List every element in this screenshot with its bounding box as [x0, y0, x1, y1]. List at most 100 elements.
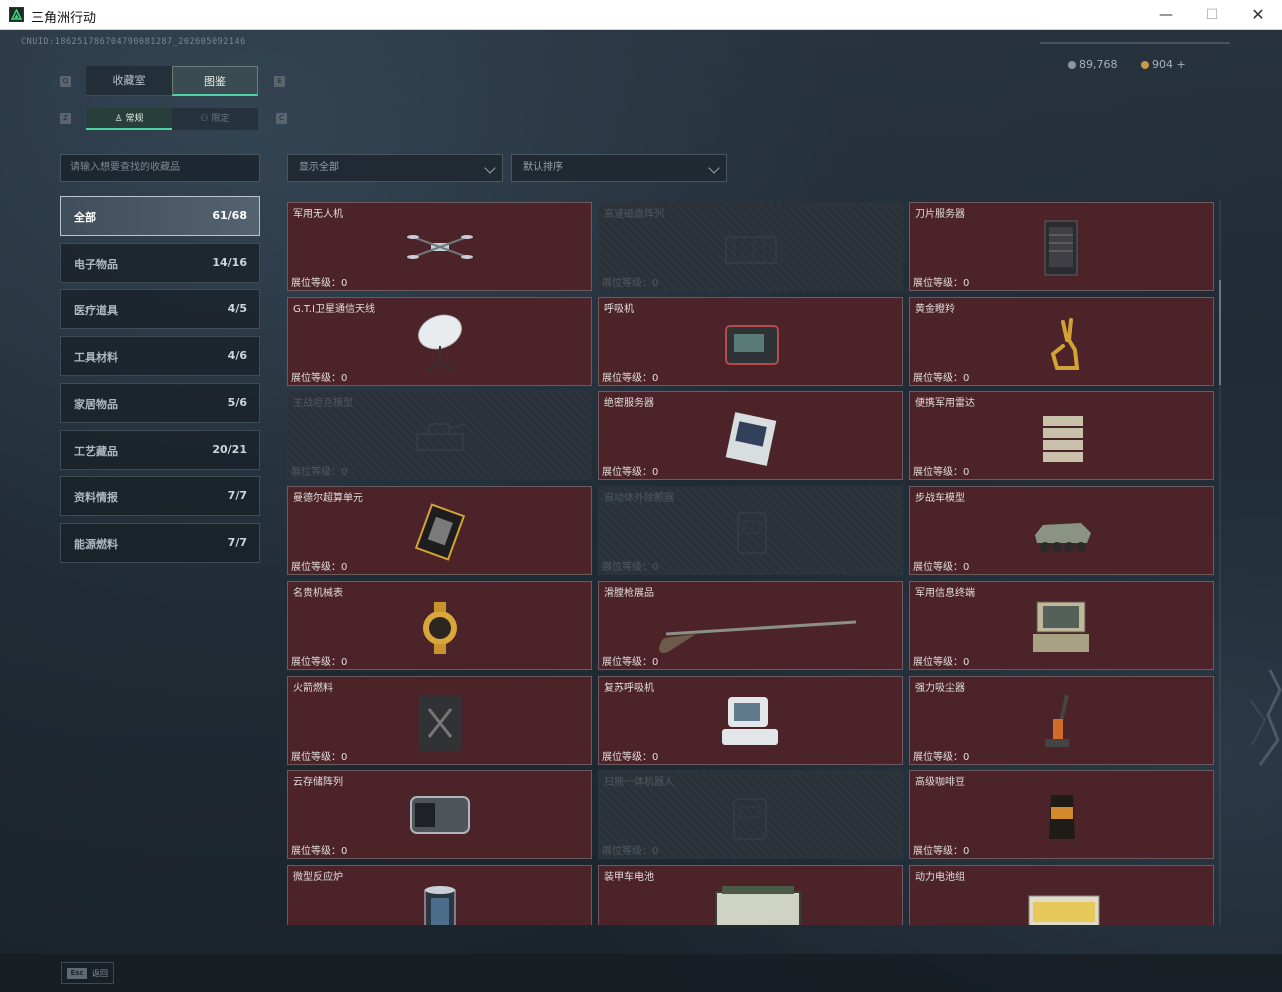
scrollbar-thumb[interactable]: [1219, 280, 1221, 385]
collection-item-card[interactable]: 复苏呼吸机 展位等级：0: [598, 675, 903, 765]
filter-value: 显示全部: [299, 162, 339, 173]
subtab-regular-label: 常规: [125, 114, 144, 124]
category-item[interactable]: 全部 61/68: [60, 196, 260, 236]
tab-catalog[interactable]: 图鉴: [172, 66, 258, 96]
item-booth-level: 展位等级：0: [913, 467, 970, 479]
category-label: 家居物品: [74, 397, 118, 411]
category-label: 全部: [74, 211, 96, 224]
collection-item-card[interactable]: 自动体外除颤器 展位等级：0: [598, 486, 903, 576]
collection-item-card[interactable]: 刀片服务器展位等级：0: [909, 202, 1214, 291]
close-button[interactable]: ✕: [1235, 0, 1281, 30]
category-label: 能源燃料: [74, 537, 118, 551]
cloud-storage-icon: [405, 783, 475, 847]
category-label: 工艺藏品: [74, 444, 118, 458]
category-count: 7/7: [227, 489, 247, 503]
gold-coin-icon: [1141, 61, 1149, 69]
drone-icon: [405, 215, 475, 279]
collection-item-card[interactable]: 名贵机械表 展位等级：0: [287, 580, 592, 670]
item-name: 装甲车电池: [604, 871, 654, 883]
satellite-dish-icon: [405, 310, 475, 374]
minimize-button[interactable]: —: [1143, 0, 1189, 30]
collection-item-card[interactable]: 曼德尔超算单元 展位等级：0: [287, 486, 592, 576]
subtab-limited[interactable]: ⚇ 限定: [172, 108, 258, 130]
collection-item-card[interactable]: 微型反应炉展位等级：0: [287, 864, 592, 925]
collection-item-card[interactable]: G.T.I卫星通信天线 展位等级：0: [287, 296, 592, 386]
collection-item-card[interactable]: 步战车模型 展位等级：0: [909, 486, 1214, 576]
collection-item-card[interactable]: 滑膛枪展品 展位等级：0: [598, 580, 903, 670]
musket-icon: [659, 594, 857, 658]
collection-item-card[interactable]: 主战坦克模型 展位等级：0: [287, 391, 592, 481]
collection-item-card[interactable]: 绝密服务器 展位等级：0: [598, 391, 903, 481]
silver-coin-icon: [1068, 61, 1076, 69]
maximize-button[interactable]: ☐: [1189, 0, 1235, 30]
robot-vacuum-icon: [716, 783, 786, 847]
collection-item-card[interactable]: 强力吸尘器 展位等级：0: [909, 675, 1214, 765]
back-button[interactable]: Esc 返回: [61, 962, 114, 984]
defibrillator-icon: [716, 499, 786, 563]
collection-item-card[interactable]: 军用信息终端 展位等级：0: [909, 580, 1214, 670]
item-booth-level: 展位等级：0: [291, 467, 348, 479]
tab-collection-room[interactable]: 收藏室: [86, 66, 172, 96]
item-name: 复苏呼吸机: [604, 682, 654, 694]
subtab-regular[interactable]: ♙ 常规: [86, 108, 172, 130]
collection-item-card[interactable]: 火箭燃料展位等级：0: [287, 675, 592, 765]
key-hint-next-tab: E: [274, 76, 285, 87]
item-grid: 军用无人机 展位等级：0 高速磁盘阵列 展位等级：0 刀片服务器 展位等级：0 G.T.I卫…: [287, 200, 1215, 925]
item-name: 黄金瞪羚: [915, 303, 955, 315]
filter-dropdown[interactable]: 显示全部: [287, 154, 503, 182]
item-name: 强力吸尘器: [915, 682, 965, 694]
chevron-down-icon: [484, 162, 496, 174]
category-label: 工具材料: [74, 351, 118, 365]
item-name: 名贵机械表: [293, 587, 343, 599]
item-name: 云存储阵列: [293, 777, 343, 789]
item-booth-level: 展位等级：0: [913, 278, 970, 289]
item-booth-level: 展位等级：0: [602, 656, 659, 668]
ifv-model-icon: [1027, 499, 1097, 563]
blade-server-icon: [1027, 215, 1097, 279]
item-name: G.T.I卫星通信天线: [293, 303, 375, 315]
silver-currency: 89,768: [1068, 58, 1118, 71]
collection-item-card[interactable]: 装甲车电池展位等级：0: [598, 864, 903, 925]
item-booth-level: 展位等级：0: [913, 846, 970, 858]
item-name: 步战车模型: [915, 493, 965, 505]
collection-item-card[interactable]: 高级咖啡豆 展位等级：0: [909, 770, 1214, 860]
category-label: 电子物品: [74, 257, 118, 271]
category-item[interactable]: 家居物品 5/6: [60, 382, 260, 423]
collection-item-card[interactable]: 高速磁盘阵列 展位等级：0: [598, 202, 903, 291]
collection-item-card[interactable]: 呼吸机 展位等级：0: [598, 296, 903, 386]
ventilator-icon: [716, 310, 786, 374]
collection-item-card[interactable]: 云存储阵列 展位等级：0: [287, 770, 592, 860]
search-input[interactable]: 请输入想要查找的收藏品: [60, 154, 260, 182]
collection-item-card[interactable]: 军用无人机 展位等级：0: [287, 202, 592, 291]
gold-gazelle-icon: [1027, 310, 1097, 374]
gold-amount: 904 +: [1152, 58, 1186, 71]
collection-item-card[interactable]: 便携军用雷达 展位等级：0: [909, 391, 1214, 481]
power-battery-icon: [1027, 878, 1100, 925]
item-name: 扫拖一体机器人: [604, 777, 674, 789]
category-item[interactable]: 电子物品 14/16: [60, 242, 260, 283]
collection-item-card[interactable]: 扫拖一体机器人 展位等级：0: [598, 770, 903, 860]
chevron-down-icon: [708, 162, 720, 174]
category-item[interactable]: 工艺藏品 20/21: [60, 429, 260, 470]
collection-item-card[interactable]: 黄金瞪羚 展位等级：0: [909, 296, 1214, 386]
item-booth-level: 展位等级：0: [291, 278, 348, 289]
category-item[interactable]: 工具材料 4/6: [60, 336, 260, 377]
item-name: 绝密服务器: [604, 398, 654, 410]
window-title-bar: 三角洲行动 — ☐ ✕: [0, 0, 1282, 30]
item-name: 自动体外除颤器: [604, 493, 674, 505]
gold-currency[interactable]: 904 +: [1141, 58, 1186, 71]
item-name: 火箭燃料: [293, 682, 333, 694]
item-name: 刀片服务器: [915, 209, 965, 220]
item-booth-level: 展位等级：0: [291, 751, 348, 763]
tank-model-icon: [405, 404, 475, 468]
sort-dropdown[interactable]: 默认排序: [511, 154, 727, 182]
category-item[interactable]: 资料情报 7/7: [60, 476, 260, 517]
secret-server-icon: [716, 404, 786, 468]
silver-amount: 89,768: [1079, 58, 1118, 71]
category-item[interactable]: 医疗道具 4/5: [60, 289, 260, 330]
category-item[interactable]: 能源燃料 7/7: [60, 522, 260, 563]
portable-radar-icon: [1027, 404, 1097, 468]
category-count: 61/68: [212, 209, 247, 222]
collection-item-card[interactable]: 动力电池组展位等级：0: [909, 864, 1214, 925]
coffee-beans-icon: [1027, 783, 1097, 847]
